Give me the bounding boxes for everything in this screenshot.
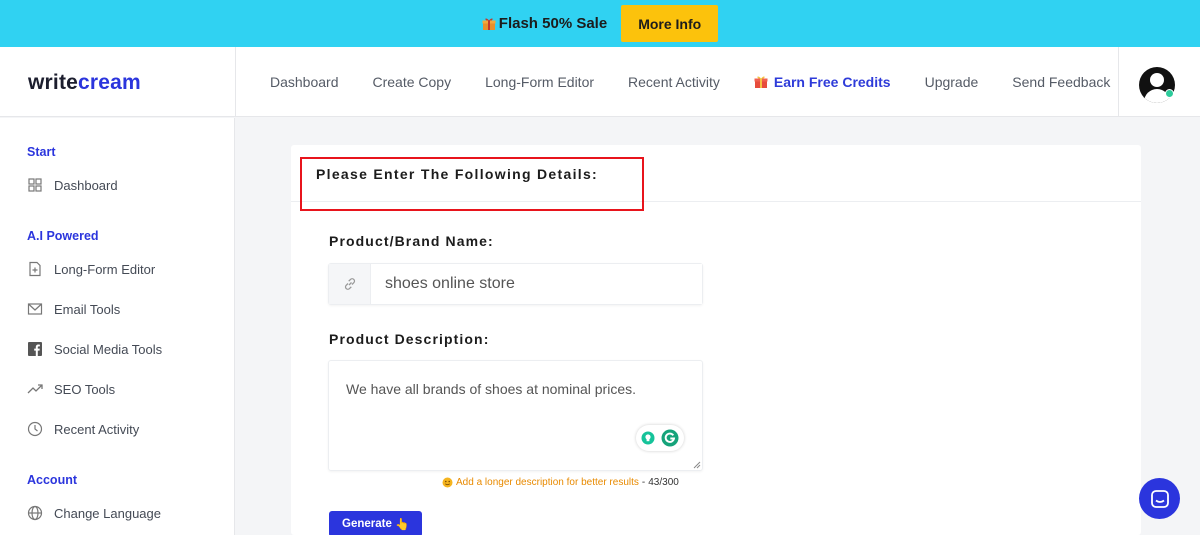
product-description-textarea[interactable]: We have all brands of shoes at nominal p… <box>329 361 702 470</box>
sidebar-section-account: Account <box>27 473 77 487</box>
header-divider <box>235 47 236 117</box>
header-divider-right <box>1118 47 1119 117</box>
sidebar-item-recent-activity[interactable]: Recent Activity <box>27 421 139 437</box>
brand-name-input[interactable] <box>371 264 702 304</box>
generate-button-label: Generate <box>342 518 392 530</box>
sidebar-section-ai-powered: A.I Powered <box>27 229 99 243</box>
online-status-dot <box>1165 89 1174 98</box>
brand-name-input-group <box>328 263 703 305</box>
grammarly-icon <box>661 429 679 447</box>
sidebar-section-start: Start <box>27 145 56 159</box>
sidebar-item-dashboard[interactable]: Dashboard <box>27 177 118 193</box>
promo-text: Flash 50% Sale <box>498 15 608 32</box>
highlight-box <box>300 157 644 211</box>
facebook-icon <box>28 342 42 356</box>
nav-long-form-editor[interactable]: Long-Form Editor <box>485 74 594 90</box>
description-hint: Add a longer description for better resu… <box>442 477 679 488</box>
nav-create-copy[interactable]: Create Copy <box>373 74 452 90</box>
nav-send-feedback[interactable]: Send Feedback <box>1012 74 1110 90</box>
sidebar-item-label: SEO Tools <box>54 381 116 397</box>
sidebar-item-long-form-editor[interactable]: Long-Form Editor <box>27 261 155 277</box>
logo[interactable]: writecream <box>28 71 141 95</box>
sidebar-item-social-media-tools[interactable]: Social Media Tools <box>27 341 162 357</box>
emoji-icon <box>442 477 453 488</box>
sidebar-item-label: Email Tools <box>54 301 121 317</box>
generate-button[interactable]: Generate 👆 <box>329 511 423 535</box>
gift-icon <box>754 76 768 88</box>
avatar-head <box>1150 73 1164 87</box>
product-description-box: We have all brands of shoes at nominal p… <box>328 360 703 471</box>
globe-icon <box>27 505 43 521</box>
promo-text-wrap: Flash 50% Sale <box>482 15 607 32</box>
details-form-card: Please Enter The Following Details: Prod… <box>291 145 1141 535</box>
hint-text: Add a longer description for better resu… <box>456 477 639 488</box>
document-add-icon <box>29 261 41 277</box>
resize-handle-icon[interactable] <box>693 461 701 469</box>
logo-text-cream: cream <box>78 71 141 94</box>
link-icon <box>329 264 371 304</box>
nav-dashboard[interactable]: Dashboard <box>270 74 339 90</box>
chat-icon <box>1150 489 1169 508</box>
sidebar-item-label: Social Media Tools <box>54 341 163 357</box>
sidebar: Start Dashboard A.I Powered Long-Form Ed… <box>0 118 235 535</box>
sidebar-item-seo-tools[interactable]: SEO Tools <box>27 381 115 397</box>
trending-icon <box>27 384 43 394</box>
logo-text-write: write <box>28 71 79 94</box>
brand-name-label: Product/Brand Name: <box>329 233 494 249</box>
lightbulb-icon <box>641 431 655 445</box>
promo-banner: Flash 50% Sale More Info <box>0 0 1200 47</box>
sidebar-item-label: Dashboard <box>54 177 118 193</box>
more-info-button[interactable]: More Info <box>621 5 719 42</box>
grid-icon <box>28 178 42 192</box>
grammarly-widget[interactable] <box>636 425 684 451</box>
pointing-hand-icon: 👆 <box>395 519 410 531</box>
nav-recent-activity[interactable]: Recent Activity <box>628 74 720 90</box>
mail-icon <box>27 303 43 315</box>
main-nav: Dashboard Create Copy Long-Form Editor R… <box>270 47 1144 117</box>
chat-widget-button[interactable] <box>1139 478 1180 519</box>
nav-upgrade[interactable]: Upgrade <box>925 74 979 90</box>
nav-earn-free-credits-label: Earn Free Credits <box>773 74 891 90</box>
clock-icon <box>27 421 43 437</box>
top-header: writecream Dashboard Create Copy Long-Fo… <box>0 47 1200 117</box>
hint-separator: - <box>641 477 646 488</box>
sidebar-item-change-language[interactable]: Change Language <box>27 505 161 521</box>
sidebar-item-label: Change Language <box>54 505 161 521</box>
sidebar-item-email-tools[interactable]: Email Tools <box>27 301 120 317</box>
sidebar-item-label: Long-Form Editor <box>54 261 156 277</box>
sidebar-item-label: Recent Activity <box>54 421 140 437</box>
character-counter: 43/300 <box>648 477 679 488</box>
gift-icon <box>482 18 496 30</box>
nav-earn-free-credits[interactable]: Earn Free Credits <box>754 74 891 90</box>
product-description-label: Product Description: <box>329 331 490 347</box>
